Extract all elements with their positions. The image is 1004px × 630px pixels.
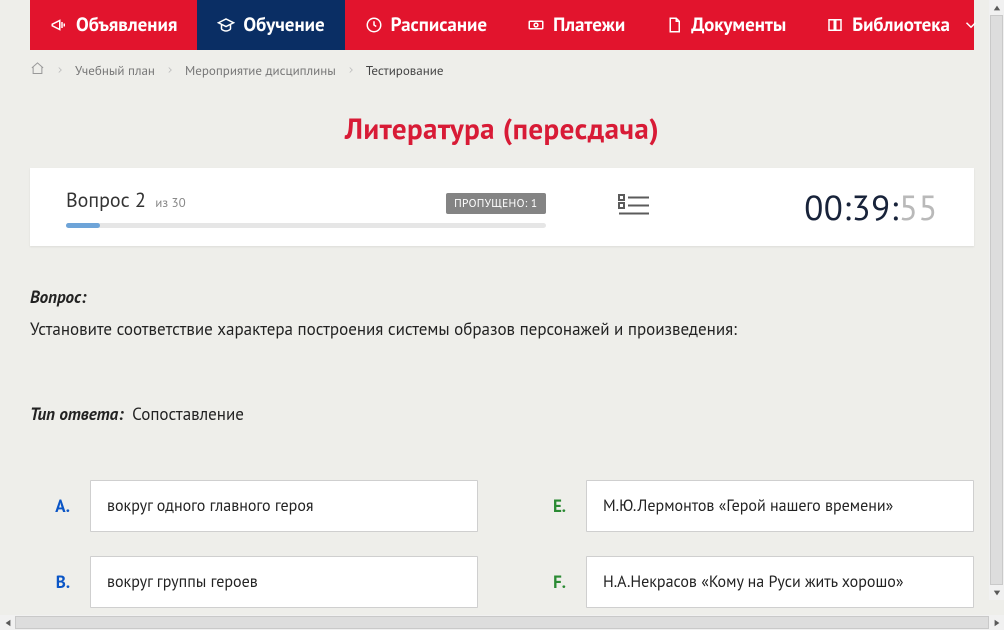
- document-icon: [665, 16, 683, 34]
- option-box[interactable]: вокруг одного главного героя: [90, 480, 478, 532]
- top-nav: Объявления Обучение Расписание Платежи Д…: [30, 0, 974, 50]
- horizontal-scrollbar[interactable]: [0, 615, 1004, 630]
- breadcrumb-link[interactable]: Мероприятие дисциплины: [185, 62, 336, 79]
- question-counter: Вопрос 2 из 30: [66, 187, 186, 213]
- scroll-left-button[interactable]: [0, 615, 15, 630]
- question-label: Вопрос:: [30, 286, 86, 308]
- option-box[interactable]: вокруг группы героев: [90, 556, 478, 608]
- nav-label: Обучение: [243, 13, 324, 37]
- home-icon[interactable]: [30, 61, 45, 80]
- nav-label: Объявления: [76, 13, 177, 37]
- skipped-badge: ПРОПУЩЕНО: 1: [446, 193, 545, 214]
- nav-label: Платежи: [553, 13, 625, 37]
- scroll-track[interactable]: [15, 616, 989, 629]
- option-letter: B.: [30, 556, 70, 608]
- option-box[interactable]: Н.А.Некрасов «Кому на Руси жить хорошо»: [586, 556, 974, 608]
- timer: 00:39:55: [691, 184, 974, 230]
- cash-icon: [527, 16, 545, 34]
- question-text: Установите соответствие характера постро…: [30, 316, 974, 342]
- scroll-down-button[interactable]: [989, 585, 1004, 600]
- answer-option: B. вокруг группы героев: [30, 556, 478, 608]
- book-icon: [826, 16, 844, 34]
- answer-option: E. М.Ю.Лермонтов «Герой нашего времени»: [526, 480, 974, 532]
- chevron-right-icon: [346, 62, 356, 79]
- nav-announcements[interactable]: Объявления: [30, 0, 197, 50]
- test-status-card: Вопрос 2 из 30 ПРОПУЩЕНО: 1 00:39:55: [30, 168, 974, 246]
- answer-option: F. Н.А.Некрасов «Кому на Руси жить хорош…: [526, 556, 974, 608]
- clock-icon: [365, 16, 383, 34]
- list-icon: [618, 191, 650, 219]
- scroll-up-button[interactable]: [989, 0, 1004, 15]
- nav-label: Документы: [691, 13, 786, 37]
- vertical-scrollbar[interactable]: [989, 0, 1004, 600]
- breadcrumb-link[interactable]: Учебный план: [75, 62, 155, 79]
- answer-type-label: Тип ответа:: [30, 403, 124, 425]
- option-box[interactable]: М.Ю.Лермонтов «Герой нашего времени»: [586, 480, 974, 532]
- megaphone-icon: [50, 16, 68, 34]
- nav-payments[interactable]: Платежи: [507, 0, 645, 50]
- nav-schedule[interactable]: Расписание: [345, 0, 507, 50]
- nav-library[interactable]: Библиотека: [806, 0, 1000, 50]
- option-letter: E.: [526, 480, 566, 532]
- answer-grid: A. вокруг одного главного героя B. вокру…: [30, 480, 974, 608]
- progress-bar: [66, 223, 546, 228]
- chevron-right-icon: [165, 62, 175, 79]
- nav-label: Расписание: [391, 13, 487, 37]
- option-letter: F.: [526, 556, 566, 608]
- nav-documents[interactable]: Документы: [645, 0, 806, 50]
- answer-option: A. вокруг одного главного героя: [30, 480, 478, 532]
- option-letter: A.: [30, 480, 70, 532]
- nav-education[interactable]: Обучение: [197, 0, 344, 50]
- question-body: Вопрос: Установите соответствие характер…: [30, 284, 974, 427]
- breadcrumb: Учебный план Мероприятие дисциплины Тест…: [30, 50, 974, 90]
- progress-fill: [66, 223, 100, 228]
- scroll-track[interactable]: [990, 15, 1003, 585]
- chevron-right-icon: [55, 62, 65, 79]
- scroll-right-button[interactable]: [989, 615, 1004, 630]
- page-title: Литература (пересдача): [30, 110, 974, 148]
- chevron-down-icon: [962, 16, 980, 34]
- graduation-cap-icon: [217, 16, 235, 34]
- answer-type: Сопоставление: [132, 403, 244, 425]
- nav-label: Библиотека: [852, 13, 950, 37]
- question-list-button[interactable]: [618, 191, 650, 224]
- breadcrumb-current: Тестирование: [366, 62, 444, 79]
